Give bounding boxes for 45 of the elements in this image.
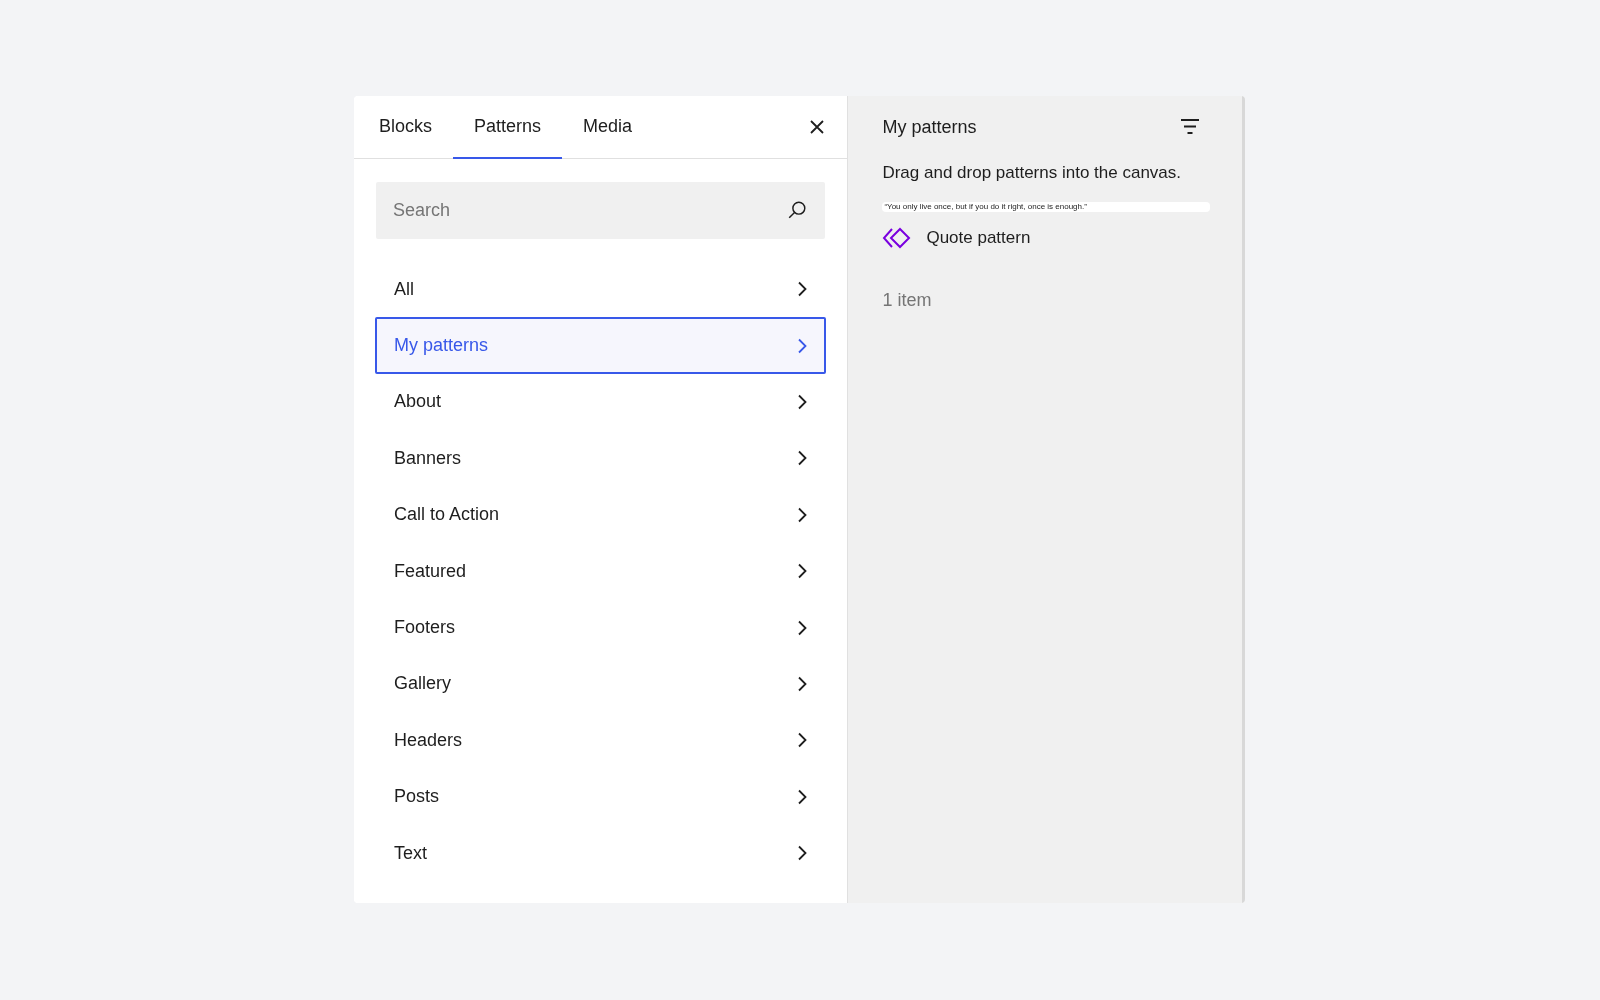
category-label: Footers bbox=[394, 617, 456, 639]
category-item[interactable]: Call to Action bbox=[375, 486, 827, 543]
chevron-icon bbox=[797, 281, 808, 298]
chevron-icon bbox=[797, 563, 808, 580]
category-item[interactable]: Posts bbox=[375, 768, 827, 825]
category-label: Call to Action bbox=[394, 504, 500, 526]
item-count: 1 item bbox=[882, 290, 933, 312]
category-item[interactable]: Gallery bbox=[375, 655, 827, 713]
category-item[interactable]: All bbox=[375, 261, 827, 318]
chevron-icon bbox=[797, 619, 808, 636]
category-item[interactable]: Text bbox=[375, 824, 827, 882]
chevron-icon bbox=[797, 732, 808, 749]
panel-title: My patterns bbox=[882, 116, 977, 138]
tab[interactable]: Blocks bbox=[358, 96, 453, 159]
category-item[interactable]: Featured bbox=[375, 542, 827, 600]
filter-icon[interactable] bbox=[1180, 118, 1200, 136]
category-label: Headers bbox=[394, 729, 463, 751]
category-label: My patterns bbox=[394, 335, 489, 357]
category-label: Posts bbox=[394, 786, 440, 808]
category-item[interactable]: Footers bbox=[375, 599, 827, 656]
chevron-icon bbox=[797, 450, 808, 467]
pattern-preview[interactable]: “You only live once, but if you do it right, once is enough.” bbox=[882, 202, 1210, 213]
category-label: All bbox=[394, 278, 414, 300]
chevron-icon bbox=[797, 675, 808, 692]
category-label: About bbox=[394, 391, 442, 413]
category-item[interactable]: About bbox=[375, 373, 827, 431]
chevron-icon bbox=[797, 845, 808, 862]
tab[interactable]: Media bbox=[562, 96, 654, 159]
description: Drag and drop patterns into the canvas. bbox=[882, 162, 1183, 184]
category-label: Gallery bbox=[394, 673, 451, 695]
close-icon[interactable] bbox=[809, 119, 826, 135]
synced-pattern-icon bbox=[882, 226, 913, 251]
chevron-icon bbox=[797, 393, 808, 410]
category-label: Text bbox=[394, 842, 427, 864]
chevron-icon bbox=[797, 788, 808, 805]
category-item[interactable]: Headers bbox=[375, 712, 827, 769]
category-item[interactable]: Banners bbox=[375, 430, 827, 487]
category-label: Featured bbox=[394, 560, 467, 582]
tab[interactable]: Patterns bbox=[453, 96, 563, 159]
category-item[interactable]: My patterns bbox=[375, 317, 827, 374]
category-label: Banners bbox=[394, 447, 462, 469]
chevron-icon bbox=[797, 506, 808, 523]
search-field[interactable]: Search bbox=[376, 182, 826, 239]
pattern-name: Quote pattern bbox=[926, 228, 1031, 249]
chevron-icon bbox=[797, 337, 808, 354]
